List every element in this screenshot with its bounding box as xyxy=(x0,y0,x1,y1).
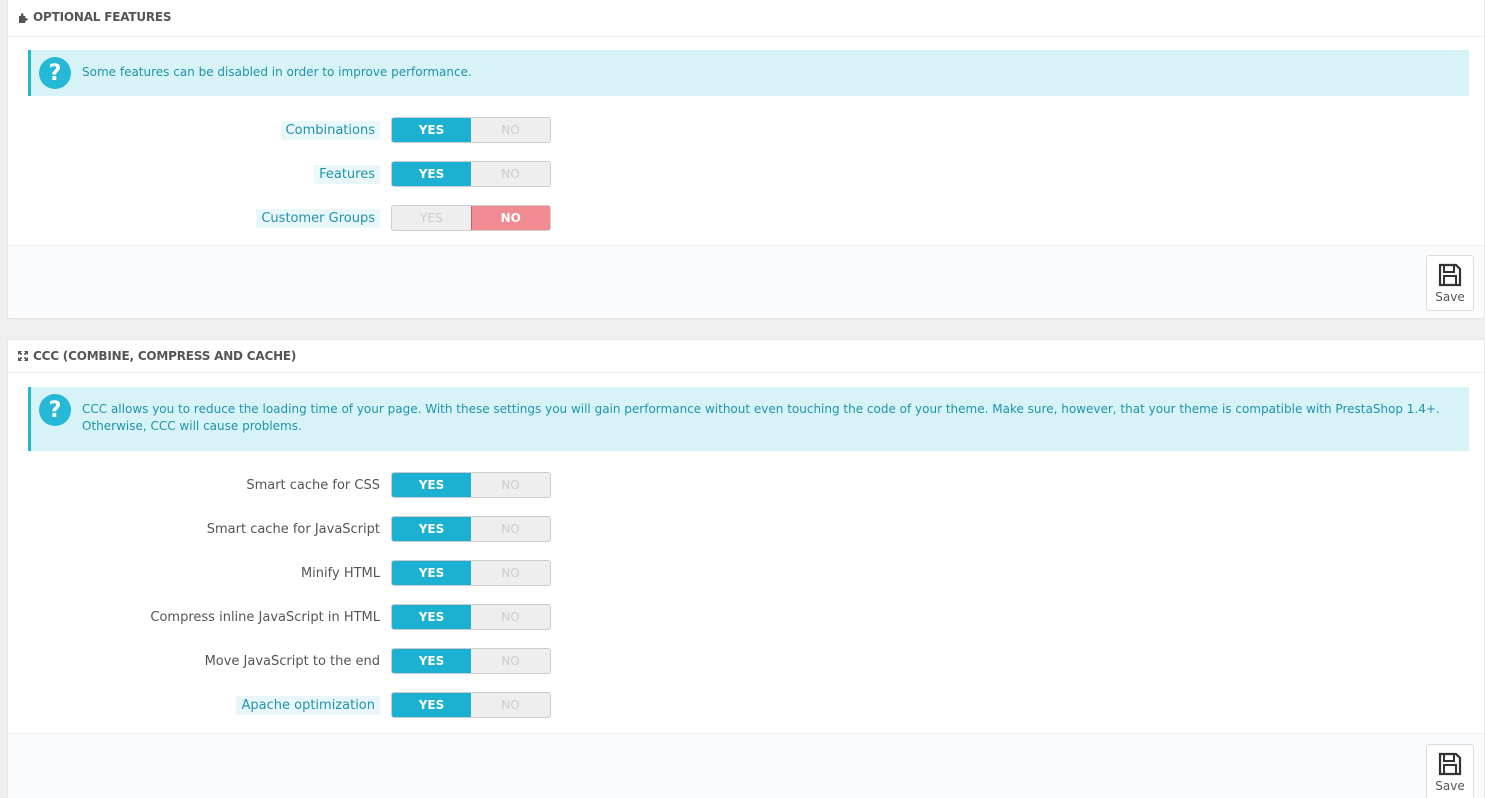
switch-no[interactable]: NO xyxy=(471,473,550,497)
smart-cache-js-switch[interactable]: YES NO xyxy=(391,516,551,542)
field-row-apache-optimization: Apache optimization YES NO xyxy=(8,692,1484,718)
field-row-combinations: Combinations YES NO xyxy=(8,117,1484,143)
switch-yes[interactable]: YES xyxy=(392,473,471,497)
switch-no[interactable]: NO xyxy=(471,561,550,585)
switch-no[interactable]: NO xyxy=(470,206,550,230)
field-label: Smart cache for CSS xyxy=(246,477,380,493)
field-label: Smart cache for JavaScript xyxy=(206,521,380,537)
switch-yes[interactable]: YES xyxy=(392,693,471,717)
question-icon: ? xyxy=(39,57,71,89)
switch-no[interactable]: NO xyxy=(471,162,550,186)
save-icon xyxy=(1438,263,1462,287)
customer-groups-switch[interactable]: YES NO xyxy=(391,205,551,231)
switch-no[interactable]: NO xyxy=(471,517,550,541)
switch-no[interactable]: NO xyxy=(471,605,550,629)
field-label[interactable]: Apache optimization xyxy=(236,695,380,715)
panel-footer: Save xyxy=(8,733,1484,798)
question-icon: ? xyxy=(39,394,71,426)
switch-yes[interactable]: YES xyxy=(392,605,471,629)
smart-cache-css-switch[interactable]: YES NO xyxy=(391,472,551,498)
move-js-end-switch[interactable]: YES NO xyxy=(391,648,551,674)
switch-yes[interactable]: YES xyxy=(392,162,471,186)
save-button[interactable]: Save xyxy=(1426,255,1474,311)
field-label[interactable]: Features xyxy=(314,164,380,184)
switch-yes[interactable]: YES xyxy=(392,206,471,230)
switch-no[interactable]: NO xyxy=(471,118,550,142)
save-button[interactable]: Save xyxy=(1426,744,1474,798)
save-label: Save xyxy=(1435,779,1465,793)
optional-features-panel: OPTIONAL FEATURES ? Some features can be… xyxy=(7,0,1485,318)
alert-text: CCC allows you to reduce the loading tim… xyxy=(82,402,1440,433)
ccc-panel: CCC (COMBINE, COMPRESS AND CACHE) ? CCC … xyxy=(7,339,1485,798)
combinations-switch[interactable]: YES NO xyxy=(391,117,551,143)
switch-yes[interactable]: YES xyxy=(392,649,471,673)
panel-title: OPTIONAL FEATURES xyxy=(33,10,172,24)
info-alert: ? CCC allows you to reduce the loading t… xyxy=(28,387,1469,451)
field-row-customer-groups: Customer Groups YES NO xyxy=(8,205,1484,231)
features-switch[interactable]: YES NO xyxy=(391,161,551,187)
info-alert: ? Some features can be disabled in order… xyxy=(28,50,1469,96)
switch-yes[interactable]: YES xyxy=(392,561,471,585)
field-row-compress-inline-js: Compress inline JavaScript in HTML YES N… xyxy=(8,604,1484,630)
switch-no[interactable]: NO xyxy=(471,693,550,717)
panel-title: CCC (COMBINE, COMPRESS AND CACHE) xyxy=(33,349,297,363)
field-label[interactable]: Customer Groups xyxy=(256,208,380,228)
switch-yes[interactable]: YES xyxy=(392,118,471,142)
save-label: Save xyxy=(1435,290,1465,304)
alert-text: Some features can be disabled in order t… xyxy=(82,65,472,79)
field-label: Minify HTML xyxy=(300,565,380,581)
field-row-minify-html: Minify HTML YES NO xyxy=(8,560,1484,586)
switch-yes[interactable]: YES xyxy=(392,517,471,541)
apache-optimization-switch[interactable]: YES NO xyxy=(391,692,551,718)
panel-footer: Save xyxy=(8,245,1484,318)
expand-icon xyxy=(17,350,29,362)
panel-heading: OPTIONAL FEATURES xyxy=(17,1,1484,33)
puzzle-icon xyxy=(17,12,29,23)
field-label: Compress inline JavaScript in HTML xyxy=(150,609,380,625)
panel-heading: CCC (COMBINE, COMPRESS AND CACHE) xyxy=(17,340,1484,372)
field-label: Move JavaScript to the end xyxy=(204,653,380,669)
field-row-smart-cache-css: Smart cache for CSS YES NO xyxy=(8,472,1484,498)
save-icon xyxy=(1438,752,1462,776)
field-row-features: Features YES NO xyxy=(8,161,1484,187)
field-row-smart-cache-js: Smart cache for JavaScript YES NO xyxy=(8,516,1484,542)
compress-inline-js-switch[interactable]: YES NO xyxy=(391,604,551,630)
field-label[interactable]: Combinations xyxy=(280,120,380,140)
minify-html-switch[interactable]: YES NO xyxy=(391,560,551,586)
field-row-move-js-end: Move JavaScript to the end YES NO xyxy=(8,648,1484,674)
switch-no[interactable]: NO xyxy=(471,649,550,673)
